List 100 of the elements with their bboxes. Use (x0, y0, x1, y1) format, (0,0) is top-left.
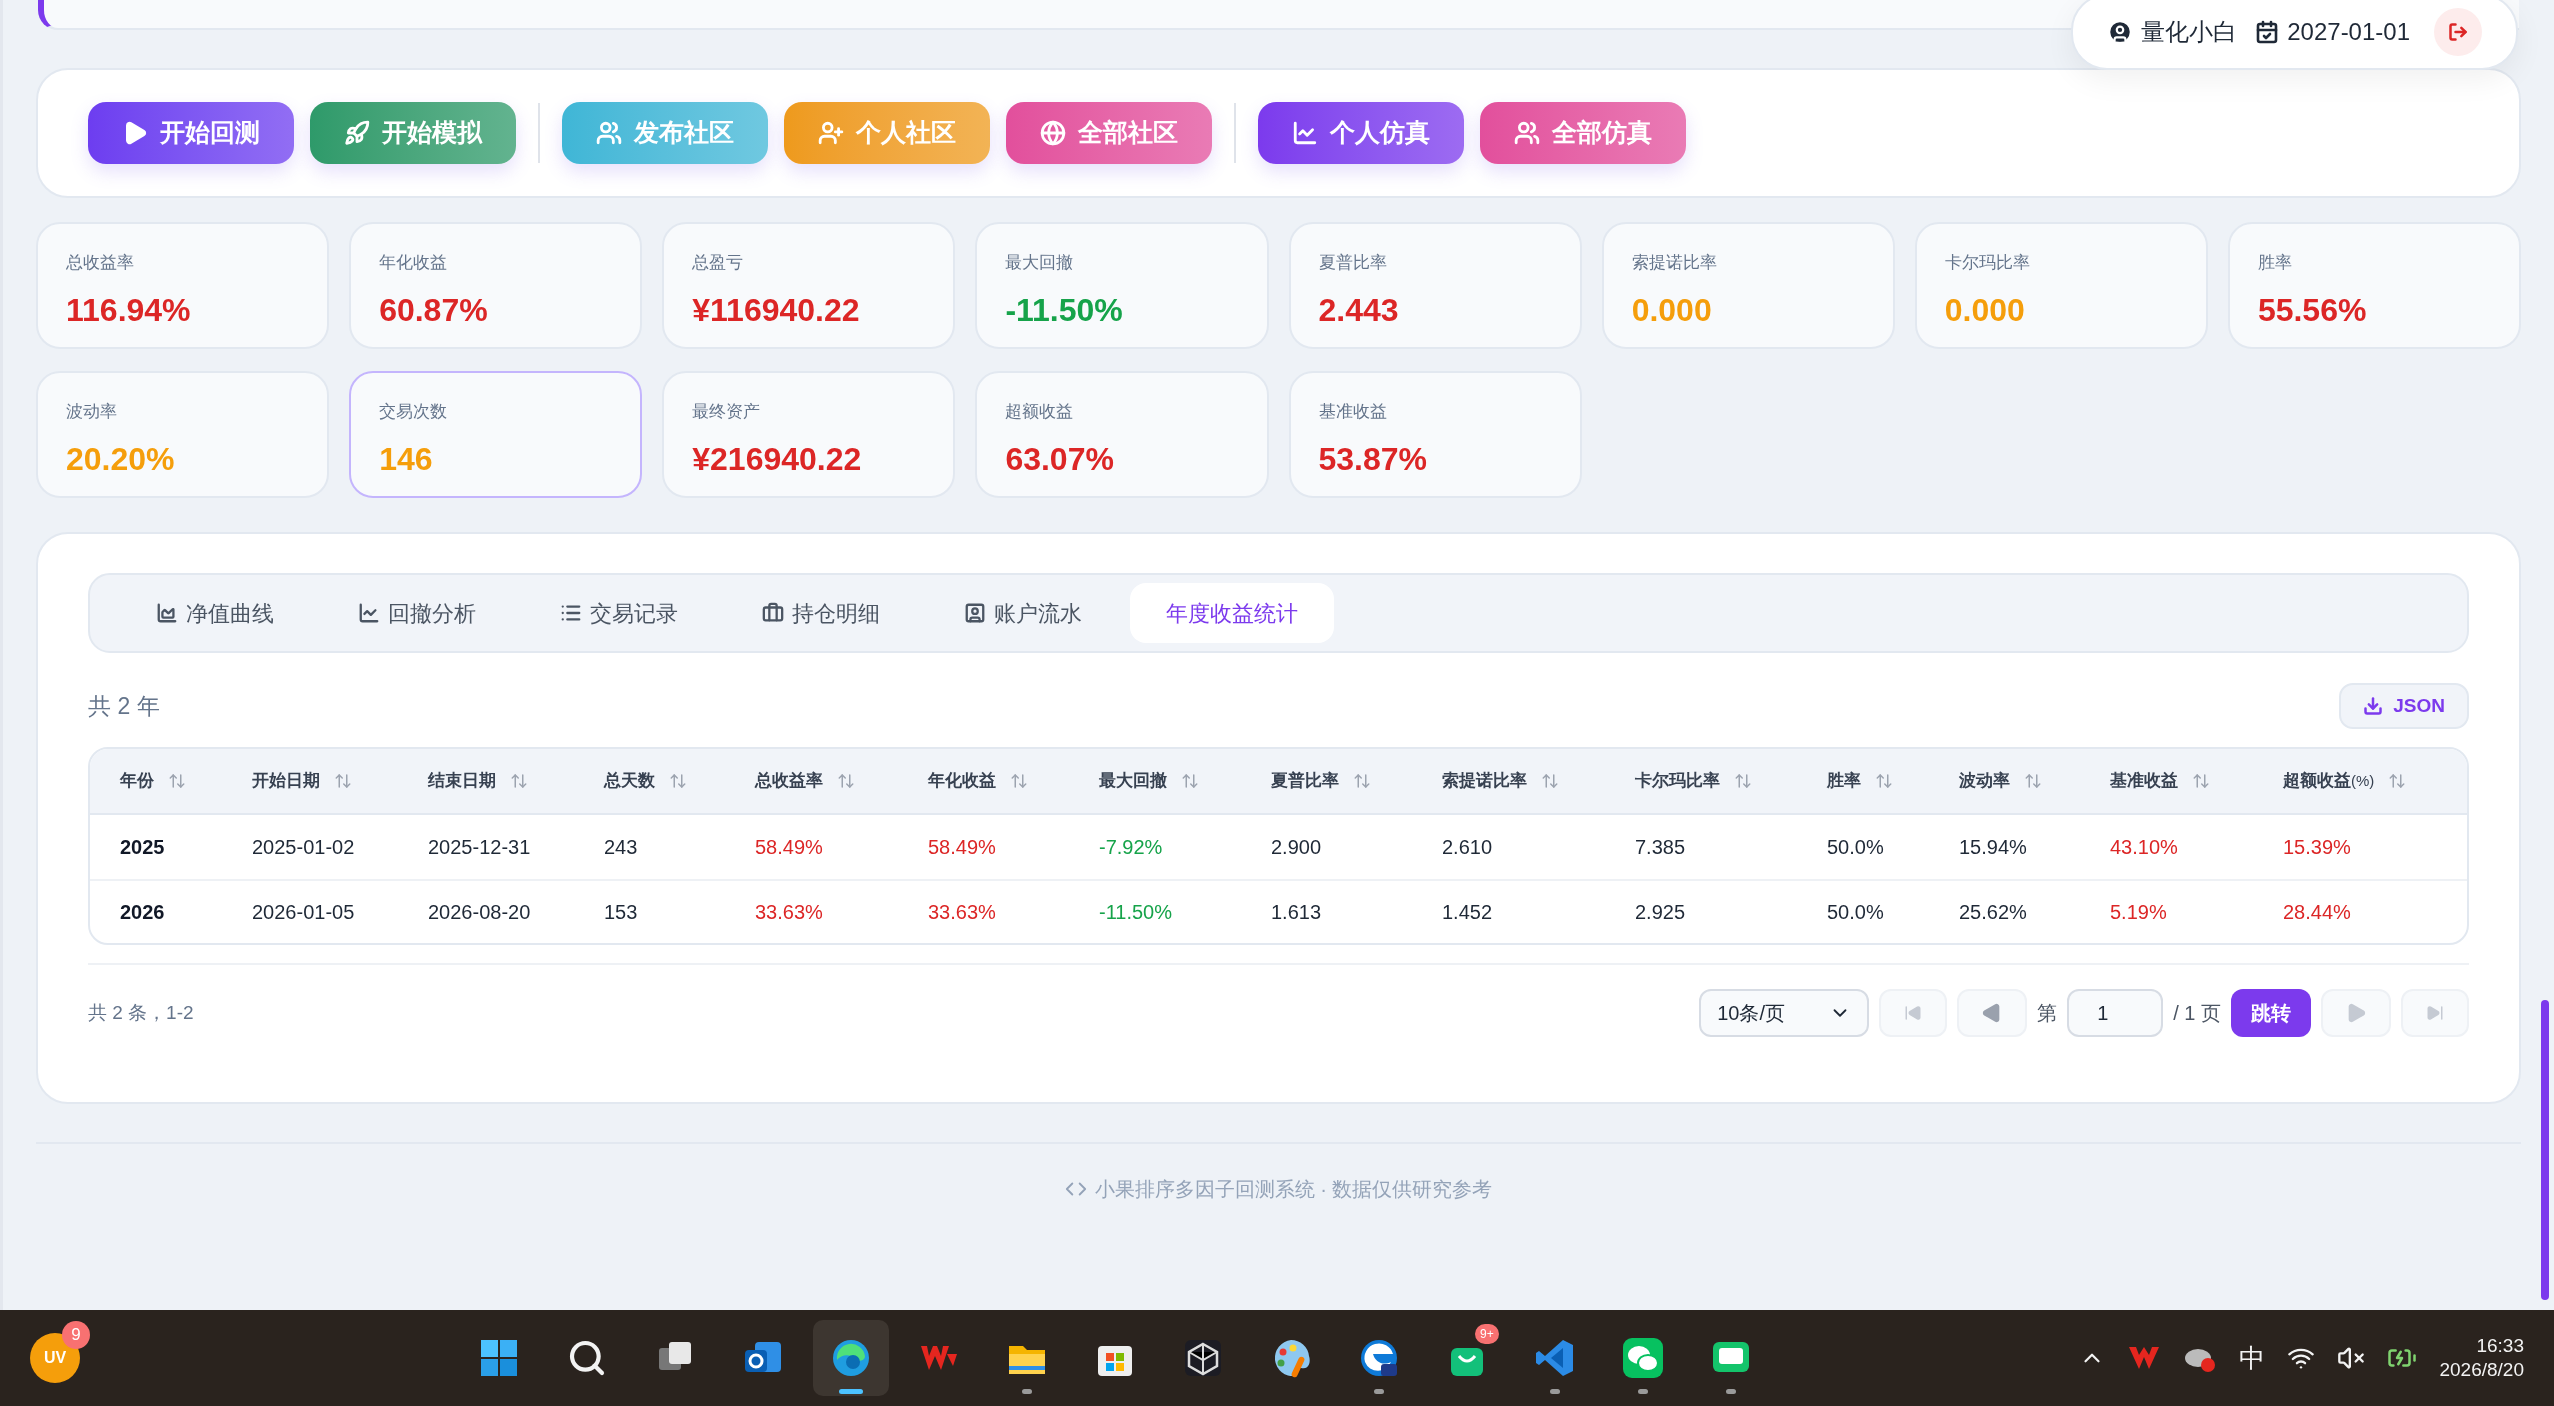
table-cell: 2025-12-31 (428, 836, 531, 858)
metric-label: 卡尔玛比率 (1944, 252, 2031, 274)
tab[interactable]: 回撤分析 (322, 583, 512, 643)
table-cell: 58.49% (928, 836, 996, 858)
metric-label: 总盈亏 (692, 252, 745, 274)
table-cell: 15.39% (2283, 836, 2351, 858)
table-cell: 2026-08-20 (428, 901, 531, 923)
column-header[interactable]: 卡尔玛比率 (1635, 768, 1720, 794)
metric-value: 55.56% (2257, 290, 2368, 330)
table-cell: 50.0% (1827, 836, 1884, 858)
jump-button[interactable]: 跳转 (2231, 989, 2311, 1037)
table-cell: 2026 (120, 901, 165, 923)
column-header[interactable]: 胜率 (1827, 768, 1861, 794)
metric-value: 60.87% (379, 290, 489, 330)
metric-value: 2.443 (1318, 290, 1400, 330)
skip-back-icon (1904, 1004, 1923, 1022)
user-plus-icon (818, 120, 844, 146)
input-method[interactable]: 中 (2239, 1338, 2266, 1378)
download-icon (2363, 696, 2384, 716)
metric-value: 20.20% (66, 439, 176, 479)
app-badge: 9+ (1475, 1324, 1499, 1344)
metric-label: 最终资产 (692, 401, 762, 423)
logout-button[interactable] (2434, 8, 2482, 56)
metric-value: ¥116940.22 (692, 290, 861, 330)
table-cell: 2026-01-05 (252, 901, 355, 923)
column-header[interactable]: 年份 (120, 768, 154, 794)
column-header[interactable]: 索提诺比率 (1442, 768, 1527, 794)
page-prefix: 第 (2037, 1001, 2058, 1026)
rocket-icon (344, 120, 370, 146)
line-chart-icon (1292, 120, 1318, 146)
table-cell: 2.925 (1635, 901, 1686, 923)
username: 量化小白 (2141, 17, 2238, 47)
column-header[interactable]: 超额收益(%) (2283, 768, 2375, 794)
json-export-button[interactable]: JSON (2339, 683, 2469, 729)
column-header[interactable]: 基准收益 (2110, 768, 2178, 794)
date-text: 2027-01-01 (2287, 17, 2410, 47)
metric-value: 53.87% (1318, 439, 1429, 479)
metric-value: ¥216940.22 (692, 439, 863, 479)
metric-label: 超额收益 (1005, 401, 1075, 423)
line-chart-icon (358, 602, 380, 624)
footer-text: 小果排序多因子回测系统 · 数据仅供研究参考 (1094, 1177, 1493, 1202)
table-cell: 28.44% (2283, 901, 2351, 923)
column-header[interactable]: 年化收益 (928, 768, 996, 794)
tab[interactable]: 账户流水 (928, 583, 1118, 643)
table-cell: -7.92% (1099, 836, 1163, 858)
tab[interactable]: 持仓明细 (726, 583, 916, 643)
table-cell: 2.610 (1442, 836, 1493, 858)
logout-icon (2448, 22, 2468, 42)
clock[interactable]: 16:33 2026/8/20 (2439, 1334, 2524, 1382)
action-button[interactable]: 开始回测 (88, 102, 294, 164)
table-cell: -11.50% (1099, 901, 1172, 923)
column-header[interactable]: 结束日期 (428, 768, 496, 794)
table-cell: 5.19% (2110, 901, 2167, 923)
table-cell: 2.900 (1271, 836, 1322, 858)
column-header[interactable]: 总收益率 (755, 768, 823, 794)
column-header[interactable]: 总天数 (604, 768, 655, 794)
table-cell: 43.10% (2110, 836, 2178, 858)
taskbar-app[interactable] (812, 1320, 889, 1396)
action-button[interactable]: 个人仿真 (1258, 102, 1464, 164)
metric-label: 最大回撤 (1005, 252, 1075, 274)
metric-label: 交易次数 (379, 401, 449, 423)
table-cell: 58.49% (755, 836, 823, 858)
metric-value: 146 (379, 439, 434, 479)
tab[interactable]: 交易记录 (524, 583, 714, 643)
metric-label: 年化收益 (379, 252, 449, 274)
table-cell: 33.63% (755, 901, 823, 923)
table-cell: 7.385 (1635, 836, 1686, 858)
metric-label: 基准收益 (1318, 401, 1388, 423)
pagination-info: 共 2 条，1-2 (88, 1000, 194, 1025)
metric-label: 总收益率 (66, 252, 135, 274)
metric-label: 夏普比率 (1318, 252, 1388, 274)
page-input[interactable]: 1 (2067, 989, 2164, 1037)
metric-value: 0.000 (1944, 290, 2026, 330)
metric-label: 胜率 (2257, 252, 2293, 274)
users-icon (596, 120, 622, 146)
date-text: 2026/8/20 (2439, 1358, 2524, 1382)
table-cell: 15.94% (1959, 836, 2027, 858)
column-header[interactable]: 夏普比率 (1271, 768, 1339, 794)
calendar-icon (2255, 20, 2280, 44)
skip-forward-icon (2426, 1004, 2444, 1022)
column-header[interactable]: 波动率 (1959, 768, 2010, 794)
metric-value: 63.07% (1005, 439, 1115, 479)
year-count: 共 2 年 (88, 691, 160, 721)
tab[interactable]: 年度收益统计 (1130, 583, 1334, 643)
previous-page-button[interactable] (1957, 989, 2028, 1037)
metric-value: 116.94% (66, 290, 192, 330)
metric-label: 索提诺比率 (1631, 252, 1718, 274)
chat-bubbles-icon (1620, 1336, 1665, 1380)
table-cell: 2025 (120, 836, 165, 858)
column-header[interactable]: 开始日期 (252, 768, 320, 794)
page-size-select[interactable]: 10条/页 (1699, 989, 1870, 1037)
briefcase-icon (762, 602, 784, 624)
page-total: / 1 页 (2173, 1001, 2221, 1026)
time-text: 16:33 (2476, 1334, 2524, 1358)
column-header[interactable]: 最大回撤 (1099, 768, 1167, 794)
list-icon (560, 602, 582, 624)
tab[interactable]: 净值曲线 (120, 583, 310, 643)
table-cell: 1.452 (1442, 901, 1493, 923)
table-cell: 1.613 (1271, 901, 1322, 923)
contact-card-icon (964, 602, 986, 624)
